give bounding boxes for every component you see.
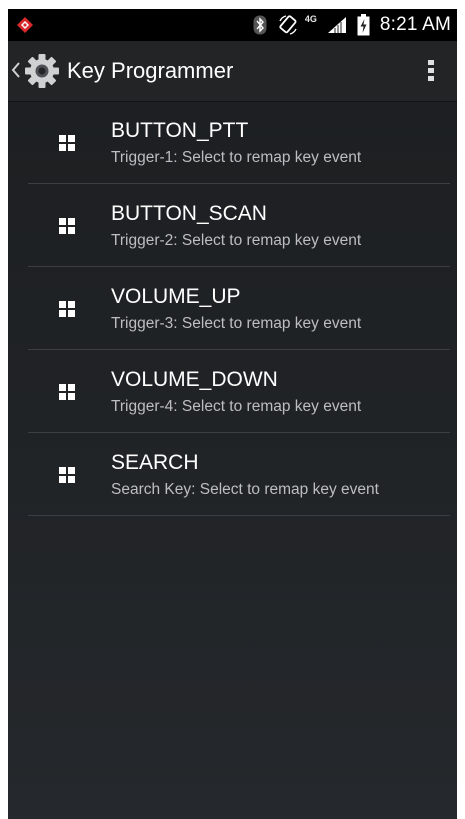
key-list: BUTTON_PTT Trigger-1: Select to remap ke…	[28, 101, 450, 516]
rotation-icon	[279, 15, 297, 35]
list-item-subtitle: Trigger-2: Select to remap key event	[111, 232, 362, 249]
list-item-subtitle: Search Key: Select to remap key event	[111, 481, 379, 498]
list-item-button-scan[interactable]: BUTTON_SCAN Trigger-2: Select to remap k…	[28, 184, 450, 267]
grid-icon	[59, 301, 75, 317]
grid-icon	[59, 135, 75, 151]
list-item-subtitle: Trigger-3: Select to remap key event	[111, 315, 362, 332]
network-type-label: 4G	[304, 14, 317, 24]
grid-icon	[59, 384, 75, 400]
status-bar: 4G 8:21 AM	[8, 9, 457, 41]
list-item-title: VOLUME_UP	[111, 285, 241, 308]
grid-icon	[59, 467, 75, 483]
list-item-volume-down[interactable]: VOLUME_DOWN Trigger-4: Select to remap k…	[28, 350, 450, 433]
list-item-subtitle: Trigger-1: Select to remap key event	[111, 149, 362, 166]
list-item-title: BUTTON_SCAN	[111, 202, 267, 225]
gear-icon[interactable]	[24, 53, 60, 89]
status-icons: 4G 8:21 AM	[253, 9, 451, 41]
action-bar: Key Programmer	[8, 41, 457, 102]
list-item-button-ptt[interactable]: BUTTON_PTT Trigger-1: Select to remap ke…	[28, 101, 450, 184]
list-item-title: BUTTON_PTT	[111, 119, 249, 142]
battery-charging-icon	[357, 14, 370, 36]
status-time: 8:21 AM	[379, 14, 451, 35]
device-screen: 4G 8:21 AM Key Programmer BUTTON_PTT Tri…	[8, 9, 457, 819]
list-item-search[interactable]: SEARCH Search Key: Select to remap key e…	[28, 433, 450, 516]
overflow-menu-icon[interactable]	[415, 55, 447, 87]
app-notification-icon	[17, 17, 33, 33]
list-item-volume-up[interactable]: VOLUME_UP Trigger-3: Select to remap key…	[28, 267, 450, 350]
grid-icon	[59, 218, 75, 234]
chevron-left-icon[interactable]	[11, 61, 21, 79]
list-item-title: SEARCH	[111, 451, 199, 474]
bluetooth-icon	[253, 15, 267, 35]
signal-icon	[327, 17, 346, 33]
list-item-title: VOLUME_DOWN	[111, 368, 278, 391]
list-item-subtitle: Trigger-4: Select to remap key event	[111, 398, 362, 415]
app-title: Key Programmer	[67, 58, 234, 83]
